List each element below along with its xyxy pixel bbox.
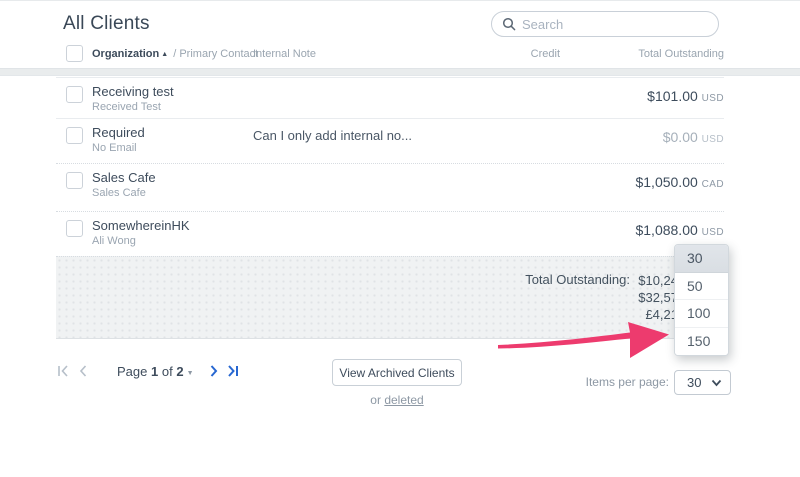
column-organization-label: Organization bbox=[92, 48, 160, 60]
currency-code: USD bbox=[701, 93, 724, 104]
total-outstanding-amount: $101.00 USD bbox=[647, 88, 724, 104]
organization-cell: Sales Cafe Sales Cafe bbox=[92, 171, 156, 199]
items-per-page-select[interactable]: 30 bbox=[674, 370, 731, 395]
row-checkbox[interactable] bbox=[66, 86, 83, 103]
column-credit: Credit bbox=[530, 48, 560, 60]
dropdown-option-50[interactable]: 50 bbox=[675, 272, 728, 300]
primary-contact: No Email bbox=[92, 142, 137, 154]
or-deleted-text: or deleted bbox=[370, 393, 424, 407]
column-primary-contact-label: / Primary Contact bbox=[173, 48, 259, 60]
first-page-icon[interactable] bbox=[56, 364, 71, 378]
search-box[interactable] bbox=[491, 11, 719, 37]
total-outstanding-summary-values: $10,24 $32,57 £4,21 bbox=[633, 272, 678, 323]
items-per-page-value: 30 bbox=[687, 375, 702, 390]
organization-name: Required bbox=[92, 125, 145, 140]
next-page-icon[interactable] bbox=[208, 364, 220, 378]
column-internal-note: Internal Note bbox=[253, 48, 316, 60]
items-per-page-label: Items per page: bbox=[585, 375, 669, 389]
total-outstanding-amount: $1,088.00 USD bbox=[635, 222, 724, 238]
items-per-page-dropdown: 30 50 100 150 bbox=[674, 244, 729, 356]
page-dropdown-caret-icon: ▼ bbox=[186, 369, 194, 377]
dropdown-option-30[interactable]: 30 bbox=[675, 245, 728, 273]
row-checkbox[interactable] bbox=[66, 172, 83, 189]
row-checkbox[interactable] bbox=[66, 220, 83, 237]
total-outstanding-amount: $0.00 USD bbox=[662, 129, 724, 145]
table-row[interactable]: Receiving test Received Test $101.00 USD bbox=[56, 77, 724, 119]
totals-summary-band: Total Outstanding: $10,24 $32,57 £4,21 bbox=[56, 256, 724, 339]
total-outstanding-amount: $1,050.00 CAD bbox=[635, 174, 724, 190]
table-row[interactable]: Sales Cafe Sales Cafe $1,050.00 CAD bbox=[56, 164, 724, 212]
page-indicator[interactable]: Page 1 of 2 ▼ bbox=[117, 364, 194, 379]
column-total-outstanding: Total Outstanding bbox=[638, 48, 724, 60]
dropdown-option-150[interactable]: 150 bbox=[675, 327, 728, 355]
all-clients-page: { "header": { "title": "All Clients" }, … bbox=[0, 0, 800, 477]
previous-page-icon[interactable] bbox=[77, 364, 89, 378]
summary-value-usd: $10,24 bbox=[638, 273, 678, 288]
view-archived-clients-button[interactable]: View Archived Clients bbox=[332, 359, 462, 386]
organization-name: Receiving test bbox=[92, 84, 174, 99]
summary-value-gbp: £4,21 bbox=[645, 307, 678, 322]
chevron-down-icon bbox=[711, 379, 722, 386]
pagination: Page 1 of 2 ▼ bbox=[56, 362, 247, 380]
summary-value-usd2: $32,57 bbox=[638, 290, 678, 305]
internal-note: Can I only add internal no... bbox=[253, 128, 412, 143]
column-organization[interactable]: Organization ▲ / Primary Contact bbox=[92, 48, 258, 60]
organization-name: Sales Cafe bbox=[92, 170, 156, 185]
deleted-link[interactable]: deleted bbox=[384, 393, 423, 407]
sort-asc-icon: ▲ bbox=[161, 51, 169, 58]
currency-code: CAD bbox=[701, 179, 724, 190]
select-all-checkbox[interactable] bbox=[66, 45, 83, 62]
page-title: All Clients bbox=[63, 13, 150, 34]
organization-name: SomewhereinHK bbox=[92, 218, 190, 233]
dropdown-option-100[interactable]: 100 bbox=[675, 300, 728, 328]
organization-cell: Receiving test Received Test bbox=[92, 85, 174, 113]
primary-contact: Ali Wong bbox=[92, 235, 136, 247]
currency-code: USD bbox=[701, 227, 724, 238]
last-page-icon[interactable] bbox=[226, 364, 241, 378]
row-checkbox[interactable] bbox=[66, 127, 83, 144]
primary-contact: Sales Cafe bbox=[92, 187, 146, 199]
table-row[interactable]: SomewhereinHK Ali Wong $1,088.00 USD bbox=[56, 212, 724, 256]
table-header: Organization ▲ / Primary Contact Internal… bbox=[0, 45, 800, 65]
table-row[interactable]: Required No Email Can I only add interna… bbox=[56, 119, 724, 164]
header-divider bbox=[0, 68, 800, 76]
organization-cell: SomewhereinHK Ali Wong bbox=[92, 219, 190, 247]
primary-contact: Received Test bbox=[92, 101, 161, 113]
total-outstanding-summary-label: Total Outstanding: bbox=[525, 272, 630, 287]
organization-cell: Required No Email bbox=[92, 126, 145, 154]
search-icon bbox=[502, 17, 516, 31]
search-input[interactable] bbox=[522, 16, 708, 32]
currency-code: USD bbox=[701, 134, 724, 145]
